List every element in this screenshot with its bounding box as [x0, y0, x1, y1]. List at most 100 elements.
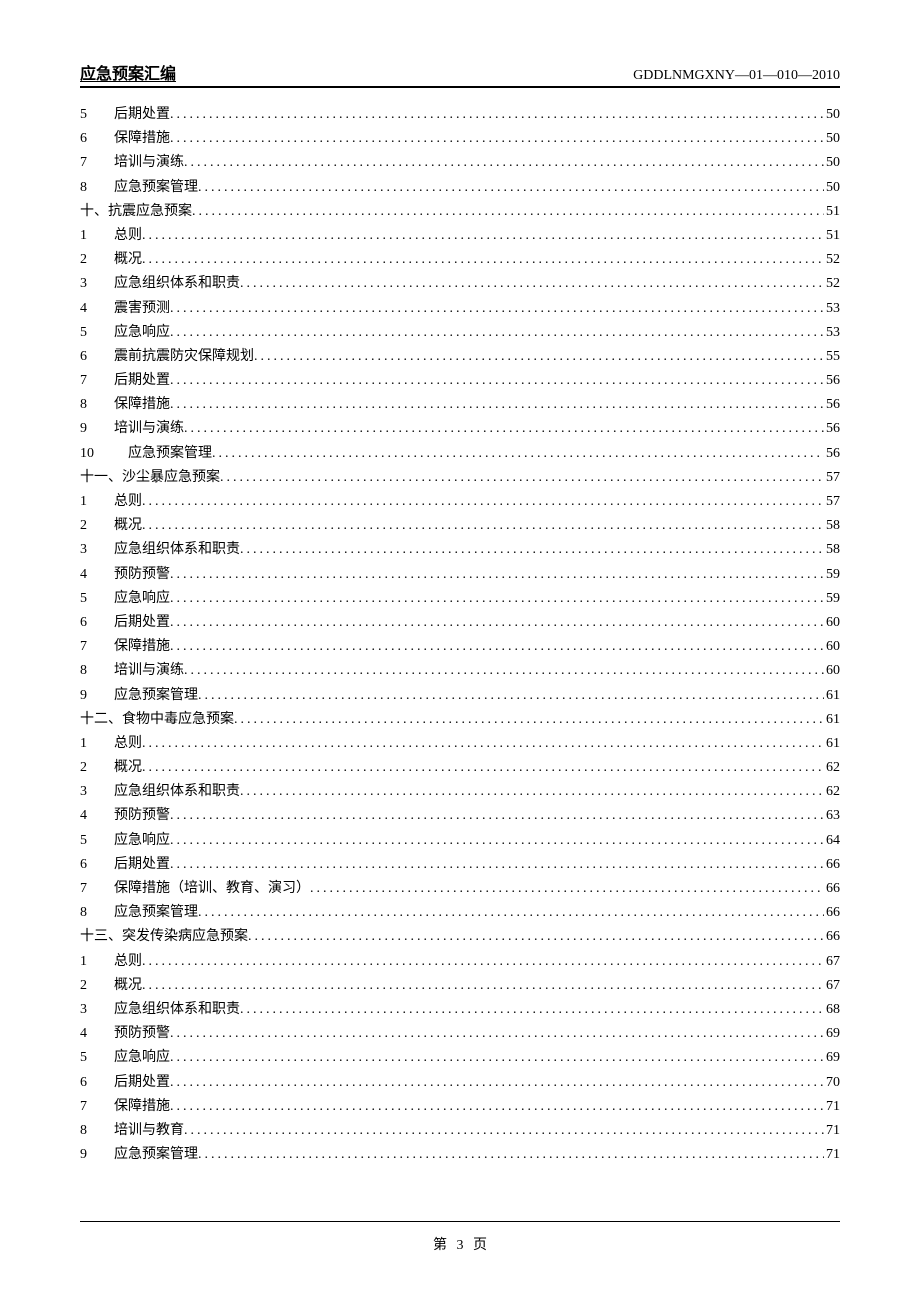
toc-leader-dots — [142, 955, 824, 969]
toc-title: 应急组织体系和职责 — [114, 785, 240, 799]
toc-page-number: 53 — [824, 302, 840, 316]
toc-title: 应急组织体系和职责 — [114, 543, 240, 557]
toc-title: 保障措施 — [114, 1100, 170, 1114]
toc-number: 3 — [80, 785, 114, 799]
toc-number: 8 — [80, 398, 114, 412]
toc-number: 十二、 — [80, 713, 122, 727]
toc-leader-dots — [170, 1100, 824, 1114]
toc-row: 4预防预警59 — [80, 568, 840, 582]
toc-page-number: 50 — [824, 181, 840, 195]
toc-row: 3应急组织体系和职责62 — [80, 785, 840, 799]
toc-number: 6 — [80, 132, 114, 146]
toc-title: 培训与演练 — [114, 664, 184, 678]
toc-number: 3 — [80, 277, 114, 291]
toc-leader-dots — [142, 761, 824, 775]
toc-page-number: 71 — [824, 1124, 840, 1138]
toc-title: 应急响应 — [114, 592, 170, 606]
toc-page-number: 71 — [824, 1100, 840, 1114]
toc-number: 2 — [80, 519, 114, 533]
toc-number: 1 — [80, 737, 114, 751]
toc-title: 保障措施 — [114, 132, 170, 146]
toc-row: 6震前抗震防灾保障规划55 — [80, 350, 840, 364]
toc-number: 9 — [80, 422, 114, 436]
toc-leader-dots — [184, 156, 824, 170]
toc-title: 突发传染病应急预案 — [122, 930, 248, 944]
toc-leader-dots — [170, 374, 824, 388]
toc-leader-dots — [170, 809, 824, 823]
toc-page-number: 58 — [824, 543, 840, 557]
toc-leader-dots — [142, 253, 824, 267]
toc-title: 应急响应 — [114, 326, 170, 340]
toc-number: 5 — [80, 592, 114, 606]
toc-leader-dots — [254, 350, 824, 364]
toc-title: 培训与演练 — [114, 422, 184, 436]
footer-prefix: 第 — [433, 1238, 447, 1253]
toc-page-number: 70 — [824, 1076, 840, 1090]
toc-number: 8 — [80, 906, 114, 920]
toc-number: 3 — [80, 543, 114, 557]
toc-title: 应急预案管理 — [114, 181, 198, 195]
toc-title: 应急响应 — [114, 1051, 170, 1065]
toc-leader-dots — [142, 979, 824, 993]
toc-leader-dots — [142, 737, 824, 751]
toc-leader-dots — [240, 1003, 824, 1017]
toc-leader-dots — [220, 471, 824, 485]
toc-row: 2概况58 — [80, 519, 840, 533]
toc-page-number: 60 — [824, 616, 840, 630]
toc-leader-dots — [240, 785, 824, 799]
toc-title: 震害预测 — [114, 302, 170, 316]
toc-title: 保障措施（培训、教育、演习） — [114, 882, 310, 896]
page-footer: 第 3 页 — [80, 1221, 840, 1254]
toc-row: 6后期处置66 — [80, 858, 840, 872]
toc-number: 7 — [80, 640, 114, 654]
toc-page-number: 55 — [824, 350, 840, 364]
toc-number: 6 — [80, 1076, 114, 1090]
toc-row: 9应急预案管理61 — [80, 689, 840, 703]
toc-number: 9 — [80, 1148, 114, 1162]
toc-row: 6后期处置70 — [80, 1076, 840, 1090]
toc-row: 7保障措施71 — [80, 1100, 840, 1114]
toc-page-number: 67 — [824, 979, 840, 993]
toc-number: 7 — [80, 882, 114, 896]
toc-page-number: 50 — [824, 108, 840, 122]
toc-row: 8应急预案管理50 — [80, 181, 840, 195]
toc-number: 9 — [80, 689, 114, 703]
toc-leader-dots — [142, 519, 824, 533]
toc-title: 概况 — [114, 519, 142, 533]
toc-title: 应急预案管理 — [114, 906, 198, 920]
toc-leader-dots — [142, 495, 824, 509]
toc-title: 食物中毒应急预案 — [122, 713, 234, 727]
toc-leader-dots — [170, 326, 824, 340]
toc-leader-dots — [170, 108, 824, 122]
toc-number: 8 — [80, 1124, 114, 1138]
toc-number: 2 — [80, 979, 114, 993]
toc-leader-dots — [170, 592, 824, 606]
toc-leader-dots — [248, 930, 824, 944]
toc-page-number: 59 — [824, 568, 840, 582]
toc-row: 7培训与演练50 — [80, 156, 840, 170]
toc-page-number: 64 — [824, 834, 840, 848]
toc-title: 预防预警 — [114, 1027, 170, 1041]
toc-page-number: 66 — [824, 906, 840, 920]
toc-page-number: 56 — [824, 398, 840, 412]
toc-page-number: 59 — [824, 592, 840, 606]
toc-row: 7后期处置56 — [80, 374, 840, 388]
toc-leader-dots — [170, 568, 824, 582]
toc-page-number: 66 — [824, 858, 840, 872]
toc-leader-dots — [170, 1076, 824, 1090]
toc-row: 5应急响应 59 — [80, 592, 840, 606]
toc-row: 十一、沙尘暴应急预案57 — [80, 471, 840, 485]
toc-leader-dots — [170, 132, 824, 146]
toc-row: 7保障措施（培训、教育、演习）66 — [80, 882, 840, 896]
toc-leader-dots — [170, 834, 824, 848]
toc-title: 应急预案管理 — [114, 1148, 198, 1162]
toc-row: 2概况67 — [80, 979, 840, 993]
toc-row: 5应急响应69 — [80, 1051, 840, 1065]
toc-title: 后期处置 — [114, 858, 170, 872]
toc-number: 5 — [80, 326, 114, 340]
toc-row: 3应急组织体系和职责 58 — [80, 543, 840, 557]
toc-leader-dots — [184, 664, 824, 678]
toc-number: 2 — [80, 761, 114, 775]
toc-row: 十、抗震应急预案51 — [80, 205, 840, 219]
toc-title: 后期处置 — [114, 108, 170, 122]
